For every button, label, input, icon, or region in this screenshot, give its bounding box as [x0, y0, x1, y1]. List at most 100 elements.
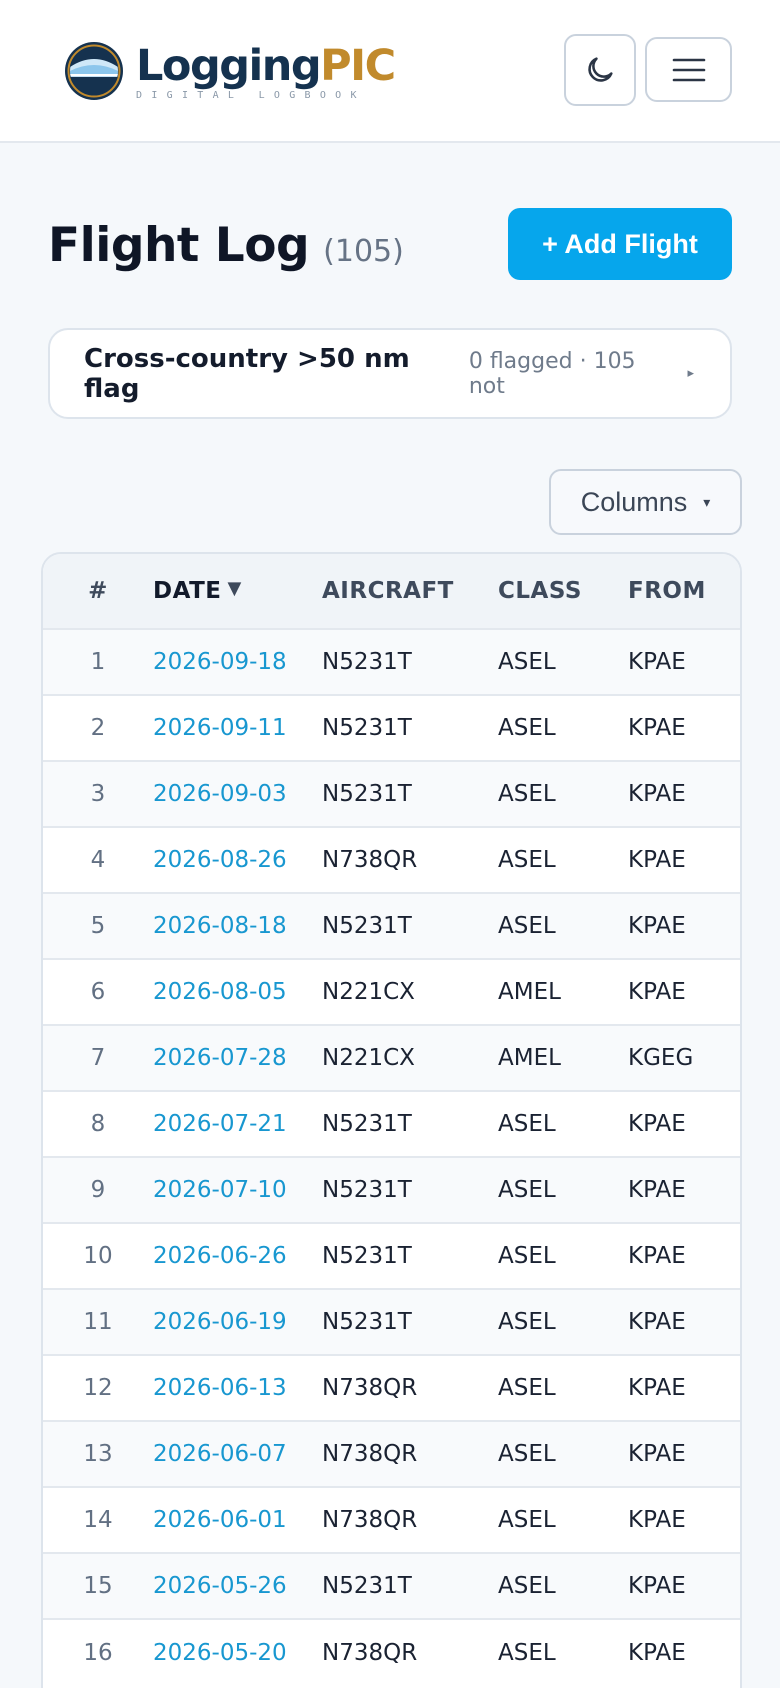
cell-date-link[interactable]: 2026-06-19: [153, 1289, 322, 1355]
table-row[interactable]: 16 2026-05-20 N738QR ASEL KPAE: [43, 1619, 740, 1685]
moon-icon: [588, 57, 613, 82]
table-row[interactable]: 4 2026-08-26 N738QR ASEL KPAE: [43, 827, 740, 893]
logo-tagline: DIGITAL LOGBOOK: [136, 90, 366, 101]
cell-date-link[interactable]: 2026-07-10: [153, 1157, 322, 1223]
cell-number: 13: [83, 1441, 113, 1467]
cell-number: 10: [83, 1243, 113, 1269]
table-row[interactable]: 8 2026-07-21 N5231T ASEL KPAE: [43, 1091, 740, 1157]
cell-from: KPAE: [628, 1111, 686, 1137]
flight-table: # DATE ▼ AIRCRAFT CLASS FROM 1 2026-09-18 N…: [43, 554, 740, 1685]
cell-class: ASEL: [498, 1177, 556, 1203]
cell-aircraft: N738QR: [322, 1639, 418, 1666]
cell-class: ASEL: [498, 715, 556, 741]
title-row: Flight Log (105): [48, 218, 404, 273]
cell-class: ASEL: [498, 1375, 556, 1401]
cell-date-link[interactable]: 2026-09-11: [153, 695, 322, 761]
cell-aircraft: N5231T: [322, 1177, 412, 1203]
table-row[interactable]: 9 2026-07-10 N5231T ASEL KPAE: [43, 1157, 740, 1223]
table-body: 1 2026-09-18 N5231T ASEL KPAE 2 2026-09-11 N523…: [43, 629, 740, 1685]
sort-descending-icon: ▼: [227, 578, 242, 599]
logo-wordmark: LoggingPIC: [136, 42, 396, 90]
cell-from: KPAE: [628, 1573, 686, 1599]
cell-aircraft: N5231T: [322, 1111, 412, 1137]
cell-number: 3: [90, 781, 106, 807]
table-row[interactable]: 11 2026-06-19 N5231T ASEL KPAE: [43, 1289, 740, 1355]
flag-card-title: Cross-country >50 nm flag: [84, 343, 410, 404]
cell-date-link[interactable]: 2026-06-01: [153, 1487, 322, 1553]
cell-aircraft: N5231T: [322, 1573, 412, 1599]
cell-class: ASEL: [498, 1573, 556, 1599]
column-header-class[interactable]: CLASS: [498, 554, 628, 629]
logo-word-pic: PIC: [320, 41, 396, 91]
table-row[interactable]: 15 2026-05-26 N5231T ASEL KPAE: [43, 1553, 740, 1619]
column-header-number[interactable]: #: [43, 554, 153, 629]
columns-dropdown-button[interactable]: Columns ▾: [549, 469, 742, 535]
cell-class: ASEL: [498, 1309, 556, 1335]
cell-number: 7: [90, 1045, 106, 1071]
logo[interactable]: LoggingPIC DIGITAL LOGBOOK: [64, 40, 396, 102]
cell-number: 1: [90, 649, 106, 675]
menu-button[interactable]: [645, 37, 732, 102]
attitude-indicator-logo-icon: [65, 42, 123, 100]
cell-class: AMEL: [498, 1045, 561, 1071]
flag-card-summary: 0 flagged · 105 not ▸: [469, 349, 694, 399]
table-header: # DATE ▼ AIRCRAFT CLASS FROM: [43, 554, 740, 629]
cell-number: 6: [90, 979, 106, 1005]
cell-aircraft: N738QR: [322, 1441, 418, 1467]
cross-country-flag-card[interactable]: Cross-country >50 nm flag 0 flagged · 10…: [48, 328, 732, 419]
caret-down-icon: ▾: [703, 493, 711, 510]
cell-class: ASEL: [498, 1111, 556, 1137]
columns-label: Columns: [580, 486, 688, 517]
table-row[interactable]: 12 2026-06-13 N738QR ASEL KPAE: [43, 1355, 740, 1421]
cell-date-link[interactable]: 2026-06-07: [153, 1421, 322, 1487]
cell-from: KPAE: [628, 913, 686, 939]
table-row[interactable]: 13 2026-06-07 N738QR ASEL KPAE: [43, 1421, 740, 1487]
cell-aircraft: N5231T: [322, 1243, 412, 1269]
table-row[interactable]: 7 2026-07-28 N221CX AMEL KGEG: [43, 1025, 740, 1091]
page-title: Flight Log: [48, 218, 310, 273]
cell-class: AMEL: [498, 979, 561, 1005]
cell-aircraft: N738QR: [322, 1375, 418, 1401]
cell-from: KPAE: [628, 1243, 686, 1269]
column-header-aircraft[interactable]: AIRCRAFT: [322, 554, 498, 629]
table-row[interactable]: 3 2026-09-03 N5231T ASEL KPAE: [43, 761, 740, 827]
cell-date-link[interactable]: 2026-08-26: [153, 827, 322, 893]
caret-right-icon: ▸: [687, 366, 694, 381]
table-header-row: # DATE ▼ AIRCRAFT CLASS FROM: [43, 554, 740, 629]
cell-date-link[interactable]: 2026-05-26: [153, 1553, 322, 1619]
table-row[interactable]: 1 2026-09-18 N5231T ASEL KPAE: [43, 629, 740, 695]
table-row[interactable]: 6 2026-08-05 N221CX AMEL KPAE: [43, 959, 740, 1025]
cell-aircraft: N738QR: [322, 847, 418, 873]
page: LoggingPIC DIGITAL LOGBOOK Flight Log (1…: [0, 0, 780, 1688]
cell-number: 12: [83, 1375, 113, 1401]
cell-date-link[interactable]: 2026-08-18: [153, 893, 322, 959]
table-row[interactable]: 2 2026-09-11 N5231T ASEL KPAE: [43, 695, 740, 761]
add-flight-button[interactable]: + Add Flight: [508, 208, 732, 280]
theme-toggle-button[interactable]: [564, 34, 636, 106]
cell-date-link[interactable]: 2026-07-28: [153, 1025, 322, 1091]
cell-from: KPAE: [628, 1507, 686, 1533]
cell-class: ASEL: [498, 847, 556, 873]
cell-date-link[interactable]: 2026-09-03: [153, 761, 322, 827]
cell-date-link[interactable]: 2026-05-20: [153, 1619, 322, 1685]
column-header-from[interactable]: FROM: [628, 554, 740, 629]
table-row[interactable]: 10 2026-06-26 N5231T ASEL KPAE: [43, 1223, 740, 1289]
cell-from: KPAE: [628, 781, 686, 807]
table-row[interactable]: 14 2026-06-01 N738QR ASEL KPAE: [43, 1487, 740, 1553]
cell-class: ASEL: [498, 913, 556, 939]
logo-text: LoggingPIC DIGITAL LOGBOOK: [136, 42, 396, 101]
cell-number: 5: [90, 913, 106, 939]
cell-date-link[interactable]: 2026-06-26: [153, 1223, 322, 1289]
cell-class: ASEL: [498, 781, 556, 807]
cell-date-link[interactable]: 2026-08-05: [153, 959, 322, 1025]
cell-date-link[interactable]: 2026-06-13: [153, 1355, 322, 1421]
flag-summary-text: 0 flagged · 105 not: [468, 348, 636, 399]
cell-from: KPAE: [628, 979, 686, 1005]
cell-aircraft: N221CX: [322, 979, 415, 1005]
cell-date-link[interactable]: 2026-07-21: [153, 1091, 322, 1157]
table-row[interactable]: 5 2026-08-18 N5231T ASEL KPAE: [43, 893, 740, 959]
cell-from: KPAE: [628, 649, 686, 675]
cell-date-link[interactable]: 2026-09-18: [153, 629, 322, 695]
cell-aircraft: N5231T: [322, 1309, 412, 1335]
column-header-date[interactable]: DATE ▼: [153, 554, 322, 629]
